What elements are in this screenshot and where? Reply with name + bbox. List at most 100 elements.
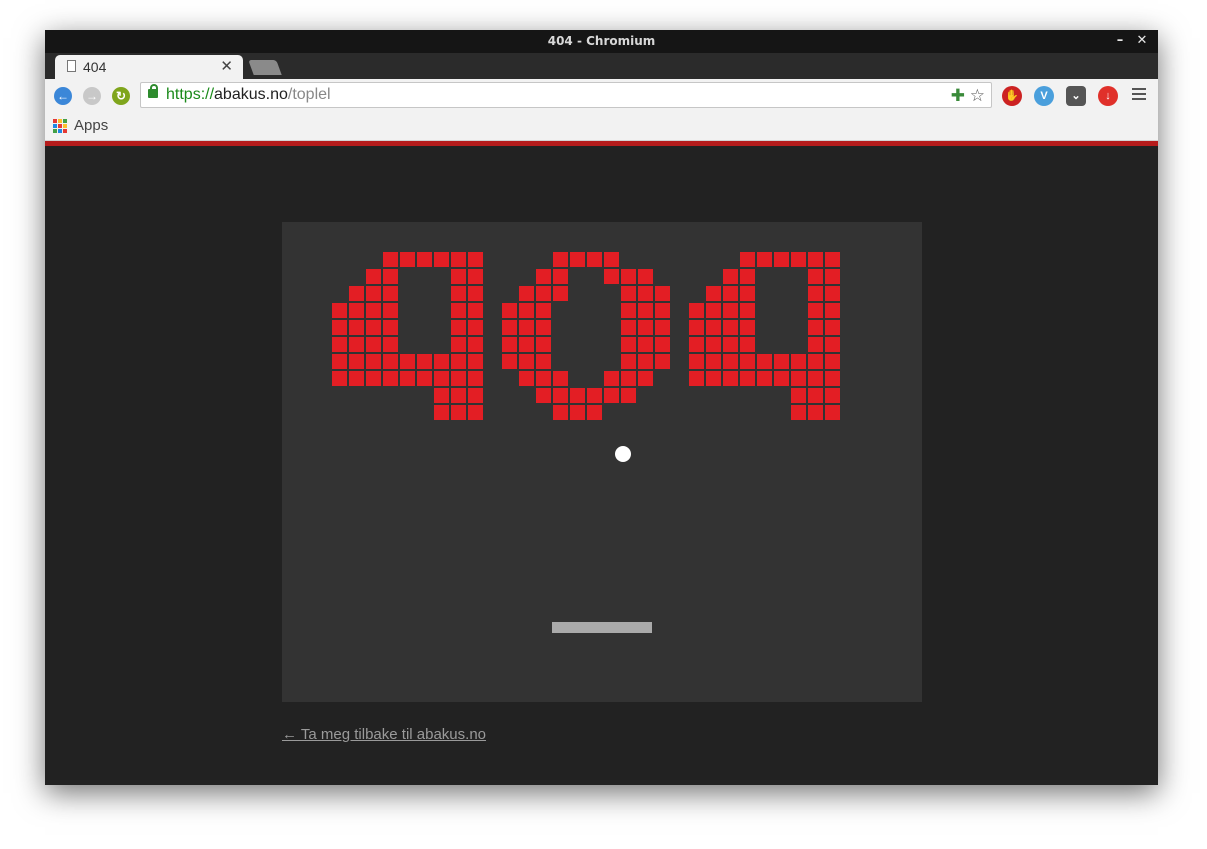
v-extension-icon[interactable]: V <box>1034 86 1054 106</box>
brick <box>706 286 721 301</box>
tab-close-icon[interactable]: ✕ <box>220 57 233 75</box>
brick <box>825 354 840 369</box>
brick <box>536 371 551 386</box>
brick <box>349 320 364 335</box>
brick <box>825 371 840 386</box>
brick <box>553 371 568 386</box>
brick <box>621 303 636 318</box>
brick <box>808 269 823 284</box>
brick <box>587 388 602 403</box>
back-to-home-link[interactable]: ← Ta meg tilbake til abakus.no <box>282 726 486 743</box>
brick <box>570 388 585 403</box>
brick <box>451 388 466 403</box>
brick <box>451 371 466 386</box>
brick <box>723 337 738 352</box>
brick <box>638 286 653 301</box>
brick <box>604 269 619 284</box>
brick <box>502 354 517 369</box>
brick <box>621 320 636 335</box>
brick <box>825 320 840 335</box>
brick <box>400 371 415 386</box>
brick <box>553 252 568 267</box>
brick <box>536 269 551 284</box>
minimize-icon[interactable]: – <box>1112 32 1128 50</box>
brick <box>366 354 381 369</box>
brick <box>434 388 449 403</box>
download-extension-icon[interactable]: ↓ <box>1098 86 1118 106</box>
brick <box>536 388 551 403</box>
brick <box>723 303 738 318</box>
brick <box>468 354 483 369</box>
brick <box>553 388 568 403</box>
brick <box>417 252 432 267</box>
brick <box>621 269 636 284</box>
brick <box>808 405 823 420</box>
bookmark-star-icon[interactable]: ☆ <box>970 86 985 105</box>
apps-bookmark[interactable]: Apps <box>74 117 108 134</box>
brick <box>655 337 670 352</box>
menu-icon[interactable] <box>1132 88 1146 102</box>
stop-sign-extension-icon[interactable]: ✋ <box>1002 86 1022 106</box>
brick <box>434 252 449 267</box>
brick <box>689 337 704 352</box>
brick <box>825 405 840 420</box>
brick <box>570 405 585 420</box>
brick <box>587 405 602 420</box>
brick <box>383 371 398 386</box>
brick <box>519 354 534 369</box>
brick <box>825 388 840 403</box>
brick <box>774 371 789 386</box>
brick <box>706 303 721 318</box>
breakout-game-canvas[interactable] <box>282 222 922 702</box>
back-icon[interactable]: ← <box>54 87 72 105</box>
apps-grid-icon[interactable] <box>53 119 67 133</box>
tab-strip: 404 ✕ <box>45 53 1158 79</box>
close-window-icon[interactable]: ✕ <box>1134 32 1150 50</box>
brick <box>808 320 823 335</box>
paddle[interactable] <box>552 622 652 633</box>
brick <box>451 354 466 369</box>
tab-404[interactable]: 404 ✕ <box>55 55 243 79</box>
brick <box>791 354 806 369</box>
brick <box>383 286 398 301</box>
brick <box>638 303 653 318</box>
brick <box>434 405 449 420</box>
brick <box>587 252 602 267</box>
brick <box>383 337 398 352</box>
brick <box>349 286 364 301</box>
brick <box>502 320 517 335</box>
brick <box>825 286 840 301</box>
brick <box>706 371 721 386</box>
forward-icon[interactable]: → <box>83 87 101 105</box>
brick <box>502 337 517 352</box>
brick <box>349 303 364 318</box>
brick <box>570 252 585 267</box>
brick <box>740 354 755 369</box>
brick <box>332 303 347 318</box>
reload-icon[interactable]: ↻ <box>112 87 130 105</box>
brick <box>791 405 806 420</box>
brick <box>349 354 364 369</box>
brick <box>349 337 364 352</box>
brick <box>451 303 466 318</box>
brick <box>740 269 755 284</box>
brick <box>825 252 840 267</box>
address-bar[interactable]: https://abakus.no/toplel ✚ ☆ <box>140 82 992 108</box>
brick <box>332 337 347 352</box>
brick <box>791 388 806 403</box>
brick <box>638 320 653 335</box>
brick <box>740 337 755 352</box>
pocket-icon[interactable]: ⌄ <box>1066 86 1086 106</box>
brick <box>757 371 772 386</box>
brick <box>468 269 483 284</box>
brick <box>706 354 721 369</box>
title-bar: 404 - Chromium – ✕ <box>45 30 1158 53</box>
brick <box>774 354 789 369</box>
brick <box>655 354 670 369</box>
puzzle-icon[interactable]: ✚ <box>951 86 965 105</box>
brick <box>706 337 721 352</box>
brick <box>825 269 840 284</box>
brick <box>332 371 347 386</box>
brick <box>451 337 466 352</box>
new-tab-button[interactable] <box>248 60 282 75</box>
